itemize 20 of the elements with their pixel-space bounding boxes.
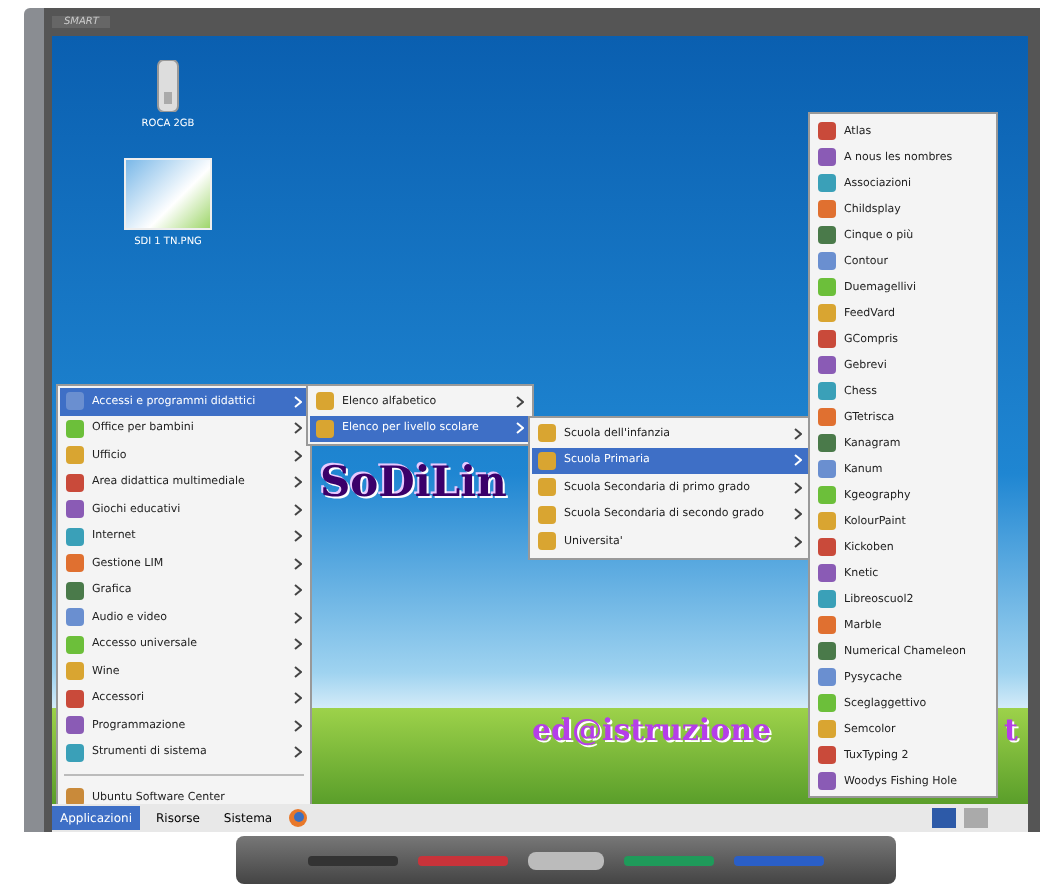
chevron-icon xyxy=(794,508,802,521)
pen-slot[interactable] xyxy=(734,855,824,865)
workspace-switcher[interactable] xyxy=(964,808,988,828)
pen-slot[interactable] xyxy=(418,855,508,865)
screenshot-thumbnail[interactable] xyxy=(124,158,212,230)
browser-icon[interactable] xyxy=(288,808,309,828)
pen-slot[interactable] xyxy=(624,855,714,865)
chevron-icon xyxy=(516,395,524,408)
chevron-icon xyxy=(794,454,802,467)
chevron-icon xyxy=(794,481,802,494)
pen-slot[interactable] xyxy=(308,855,398,865)
chevron-icon xyxy=(516,422,524,435)
workspace-switcher[interactable] xyxy=(932,808,956,828)
usb-drive-icon[interactable] xyxy=(156,60,180,112)
chevron-icon xyxy=(794,535,802,548)
chevron-icon xyxy=(794,427,802,440)
overlay-text: t xyxy=(1004,712,1018,748)
eraser[interactable] xyxy=(528,851,604,869)
overlay-text: ed@istruzione xyxy=(532,712,772,748)
overlay-text: SoDiLin xyxy=(320,456,507,506)
